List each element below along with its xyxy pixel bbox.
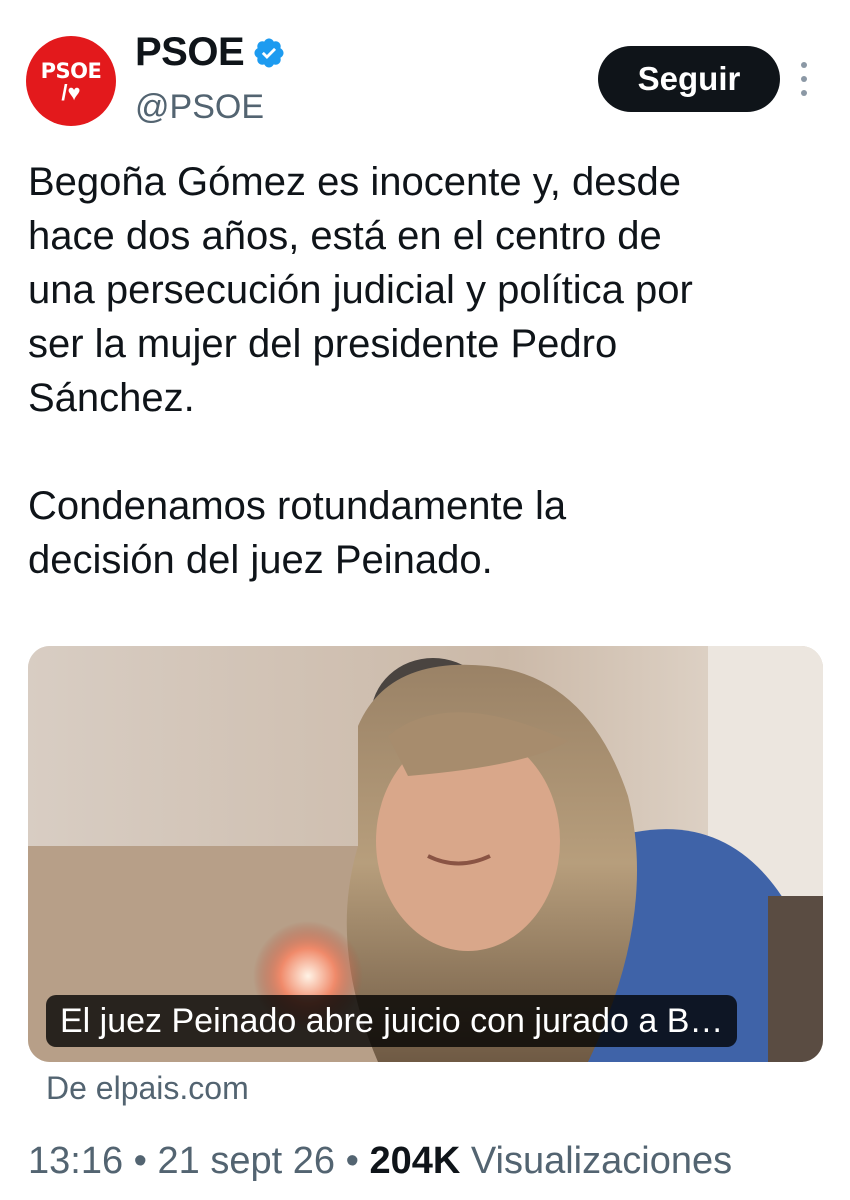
avatar-logo-mark: /♥ [61, 79, 81, 105]
tweet-meta: 13:16 • 21 sept 26 • 204K Visualizacione… [28, 1140, 732, 1183]
more-vertical-icon[interactable] [796, 62, 812, 96]
follow-button[interactable]: Seguir [598, 46, 780, 112]
tweet-header: PSOE /♥ PSOE @PSOE Seguir [0, 0, 850, 140]
tweet-time[interactable]: 13:16 [28, 1140, 123, 1182]
name-row: PSOE [135, 30, 286, 75]
views-count: 204K [369, 1140, 461, 1182]
handle[interactable]: @PSOE [135, 88, 264, 127]
meta-separator: • [133, 1140, 147, 1182]
tweet-text: Begoña Gómez es inocente y, desde hace d… [28, 160, 693, 582]
meta-separator: • [345, 1140, 359, 1182]
card-source-link[interactable]: De elpais.com [46, 1070, 249, 1107]
views-label: Visualizaciones [470, 1140, 733, 1182]
verified-badge-icon [254, 37, 284, 68]
avatar-logo-text: PSOE [40, 58, 102, 83]
display-name[interactable]: PSOE [135, 30, 245, 75]
card-caption[interactable]: El juez Peinado abre juicio con jurado a… [46, 995, 738, 1047]
tweet-date[interactable]: 21 sept 26 [158, 1140, 335, 1182]
avatar[interactable]: PSOE /♥ [26, 36, 116, 126]
link-card[interactable]: El juez Peinado abre juicio con jurado a… [28, 646, 823, 1062]
